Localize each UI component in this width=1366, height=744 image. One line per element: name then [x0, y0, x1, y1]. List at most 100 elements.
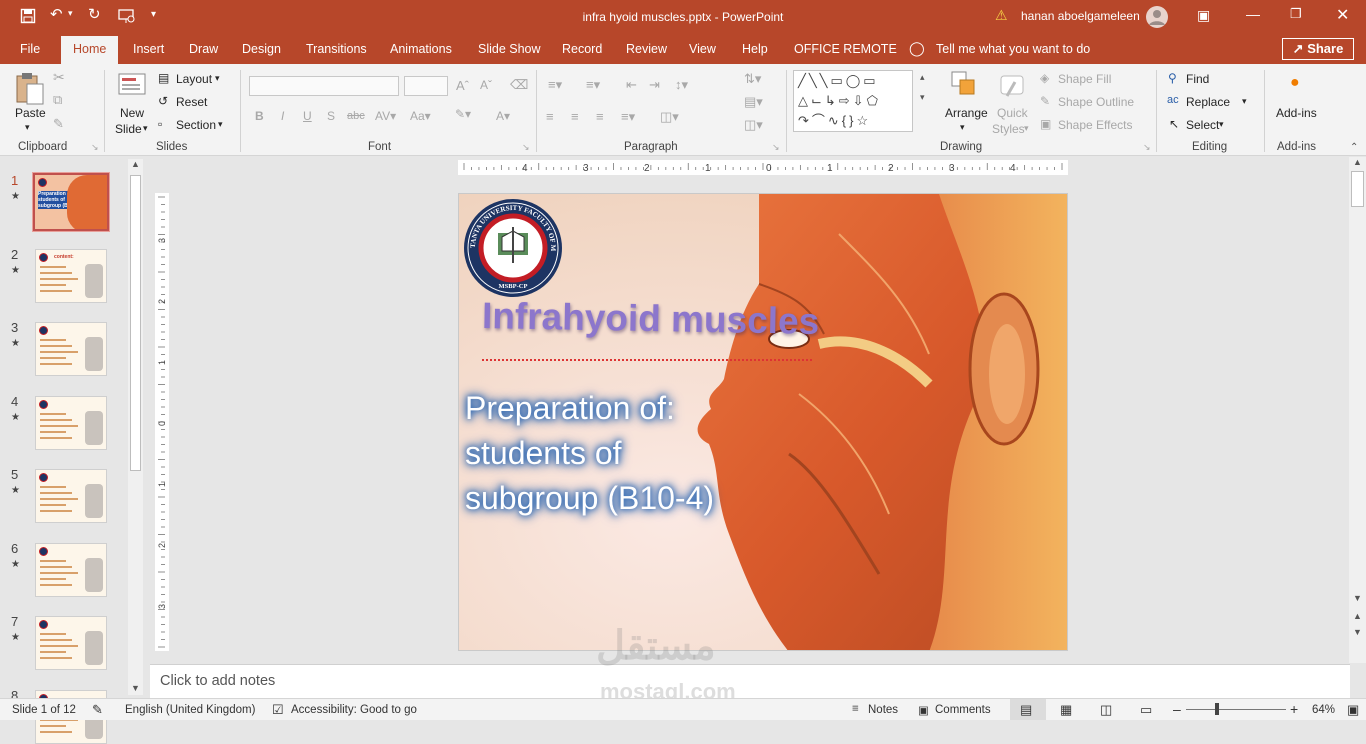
tab-file[interactable]: File [20, 42, 40, 56]
collapse-ribbon-icon[interactable]: ⌃ [1350, 142, 1358, 153]
previous-slide-icon[interactable]: ▲ [1353, 611, 1362, 621]
notes-pane[interactable]: Click to add notes مستقل mostaql.com [150, 624, 1350, 704]
new-slide-label-1[interactable]: New [120, 106, 144, 120]
slide-body-text[interactable]: Preparation of: students of subgroup (B1… [465, 386, 714, 521]
zoom-slider-thumb[interactable] [1215, 703, 1219, 715]
restore-icon[interactable]: ❐ [1290, 6, 1302, 22]
underline-button[interactable]: U [303, 109, 312, 123]
notes-placeholder[interactable]: Click to add notes [160, 673, 275, 689]
vertical-ruler[interactable]: 3 2 1 0 1 2 3 [155, 193, 169, 651]
layout-button[interactable]: Layout [176, 72, 212, 86]
editor-scrollbar[interactable]: ▲ ▼ ▲ ▼ [1349, 157, 1366, 663]
select-button[interactable]: Select [1186, 118, 1219, 132]
smartart-icon[interactable]: ◫▾ [744, 117, 763, 133]
quick-styles-icon[interactable] [997, 70, 1027, 103]
section-button[interactable]: Section [176, 118, 216, 132]
cut-icon[interactable]: ✂ [53, 69, 65, 86]
save-icon[interactable] [20, 8, 36, 28]
paragraph-launcher-icon[interactable]: ↘ [772, 142, 780, 153]
tab-help[interactable]: Help [742, 42, 768, 56]
highlight-icon[interactable]: ✎▾ [455, 107, 471, 121]
present-icon[interactable] [118, 8, 136, 28]
replace-button[interactable]: Replace [1186, 95, 1230, 109]
add-ins-icon[interactable]: ● [1290, 74, 1300, 92]
bold-button[interactable]: B [255, 109, 264, 123]
align-left-icon[interactable]: ≡ [546, 109, 554, 124]
new-slide-icon[interactable] [117, 70, 147, 101]
scroll-down-icon[interactable]: ▼ [131, 683, 140, 693]
next-slide-icon[interactable]: ▼ [1353, 627, 1362, 637]
tab-record[interactable]: Record [562, 42, 602, 56]
change-case-icon[interactable]: Aa▾ [410, 109, 431, 123]
slide-thumbnail[interactable] [35, 616, 107, 670]
tab-view[interactable]: View [689, 42, 716, 56]
notes-button[interactable]: Notes [868, 704, 898, 716]
increase-font-icon[interactable]: Aˆ [456, 78, 469, 93]
find-button[interactable]: Find [1186, 72, 1209, 86]
align-right-icon[interactable]: ≡ [596, 109, 604, 124]
tab-review[interactable]: Review [626, 42, 667, 56]
slide-title[interactable]: Infrahyoid muscles [482, 295, 820, 343]
drawing-launcher-icon[interactable]: ↘ [1143, 142, 1151, 153]
replace-dropdown-icon[interactable]: ▾ [1242, 96, 1247, 107]
arrange-dropdown-icon[interactable]: ▾ [960, 122, 965, 133]
columns-icon[interactable]: ◫▾ [660, 109, 679, 125]
slide-canvas[interactable]: TANTA UNIVERSITY FACULTY OF MEDICINE MSB… [458, 193, 1068, 651]
font-size-combo[interactable] [404, 76, 448, 96]
strikethrough-button[interactable]: abc [347, 110, 365, 122]
tab-animations[interactable]: Animations [390, 42, 452, 56]
tab-slide-show[interactable]: Slide Show [478, 42, 541, 56]
slide-thumbnail[interactable] [35, 542, 107, 597]
arrange-icon[interactable] [950, 70, 980, 103]
new-slide-dropdown-icon[interactable]: ▾ [143, 123, 148, 134]
shadow-button[interactable]: S [327, 109, 335, 123]
select-dropdown-icon[interactable]: ▾ [1219, 119, 1224, 130]
spelling-check-icon[interactable]: ✎ [92, 702, 103, 718]
slide-thumbnail[interactable] [35, 395, 107, 450]
shapes-scroll-up-icon[interactable]: ▴ [920, 72, 925, 83]
paste-icon[interactable] [14, 72, 46, 109]
shapes-more-icon[interactable]: ▾ [920, 92, 925, 103]
accessibility-icon[interactable]: ☑ [272, 702, 284, 718]
quick-styles-label-2[interactable]: Styles [992, 122, 1025, 136]
zoom-slider-track[interactable] [1186, 709, 1286, 710]
user-name[interactable]: hanan aboelgameleen [1021, 9, 1140, 23]
shapes-gallery[interactable]: ╱╲╲▭◯▭ △⌙↳⇨⇩⬠ ↷⌒∿{}☆ [793, 70, 913, 132]
comments-button[interactable]: Comments [935, 704, 991, 716]
font-launcher-icon[interactable]: ↘ [522, 142, 530, 153]
undo-dropdown-icon[interactable]: ▾ [68, 8, 73, 19]
add-ins-button[interactable]: Add-ins [1276, 106, 1317, 120]
font-color-icon[interactable]: A▾ [496, 109, 510, 123]
layout-dropdown-icon[interactable]: ▾ [215, 73, 220, 84]
decrease-indent-icon[interactable]: ⇤ [626, 77, 637, 93]
line-spacing-icon[interactable]: ↕▾ [675, 77, 688, 93]
quick-styles-label-1[interactable]: Quick [997, 106, 1028, 120]
fit-slide-icon[interactable]: ▣ [1347, 702, 1359, 718]
close-icon[interactable]: ✕ [1336, 5, 1349, 25]
align-center-icon[interactable]: ≡ [571, 109, 579, 124]
comments-icon[interactable]: ▣ [918, 703, 929, 717]
arrange-button[interactable]: Arrange [945, 106, 988, 120]
italic-button[interactable]: I [281, 109, 284, 123]
numbering-icon[interactable]: ≡▾ [586, 77, 600, 93]
ribbon-display-options-icon[interactable]: ▣ [1197, 7, 1210, 24]
zoom-in-icon[interactable]: + [1290, 701, 1298, 717]
shape-fill-button[interactable]: Shape Fill [1058, 72, 1111, 86]
tab-office-remote[interactable]: OFFICE REMOTE [794, 42, 897, 56]
faculty-logo[interactable]: TANTA UNIVERSITY FACULTY OF MEDICINE MSB… [462, 197, 564, 299]
decrease-font-icon[interactable]: Aˇ [480, 78, 492, 92]
lightbulb-icon[interactable]: ◯ [909, 40, 925, 57]
paste-dropdown-icon[interactable]: ▾ [25, 122, 30, 133]
text-direction-icon[interactable]: ⇅▾ [744, 71, 761, 87]
avatar[interactable] [1145, 5, 1169, 32]
bullets-icon[interactable]: ≡▾ [548, 77, 562, 93]
share-button[interactable]: ↗ Share [1282, 38, 1354, 60]
quick-styles-dropdown-icon[interactable]: ▾ [1024, 123, 1029, 134]
minimize-icon[interactable]: — [1246, 6, 1260, 22]
scroll-up-icon[interactable]: ▲ [131, 159, 140, 169]
scroll-up-icon[interactable]: ▲ [1353, 157, 1362, 167]
slide-thumbnail[interactable]: content: [35, 248, 107, 303]
slideshow-view-icon[interactable]: ▭ [1140, 702, 1152, 718]
reset-button[interactable]: Reset [176, 95, 207, 109]
scroll-down-icon[interactable]: ▼ [1353, 593, 1362, 603]
